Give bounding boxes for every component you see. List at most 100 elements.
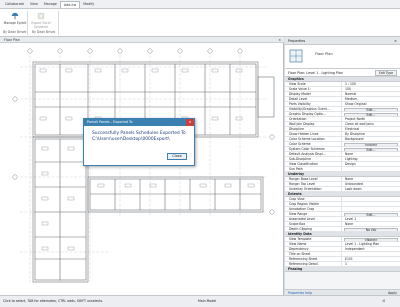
property-button[interactable]: Edit... [342, 212, 400, 216]
property-label: Referencing Sheet [285, 257, 342, 261]
ribbon-divider [58, 11, 59, 35]
property-label: Annotation Crop [285, 207, 342, 211]
tab-modify[interactable]: Modify [80, 1, 97, 8]
close-button[interactable]: Close [167, 153, 187, 160]
property-button[interactable]: Edit... [342, 107, 400, 111]
property-label: View Classification [285, 162, 342, 166]
umbrella-icon [11, 12, 19, 20]
property-value[interactable]: Lighting [342, 157, 400, 161]
property-value[interactable]: Electrical [342, 127, 400, 131]
property-label: Parts Visibility [285, 102, 342, 106]
property-label: Display Model [285, 92, 342, 96]
instance-selector[interactable]: Floor Plan: Level 1 - Lighting Plan Edit… [285, 69, 400, 77]
property-value[interactable]: Design [342, 162, 400, 166]
property-value[interactable]: Clean all wall joins [342, 122, 400, 126]
view-tab-floor-plan[interactable]: Floor Plan × [0, 37, 284, 43]
property-value[interactable]: Medium [342, 97, 400, 101]
tab-add-ins[interactable]: Add-Ins [59, 1, 81, 8]
manage-eplicit-label: Manage Eplicit [3, 21, 27, 25]
property-value[interactable]: By Discipline [342, 132, 400, 136]
property-value[interactable]: Background [342, 137, 400, 141]
property-label: Discipline [285, 127, 342, 131]
property-value[interactable]: None [342, 152, 400, 156]
tab-collaborate[interactable]: Collaborate [2, 1, 27, 8]
property-label: View Range [285, 212, 342, 216]
property-value[interactable] [342, 252, 400, 256]
property-button-label: <none> [344, 142, 398, 146]
property-value[interactable]: None [342, 177, 400, 181]
property-label: Dependency [285, 247, 342, 251]
property-label: Visibility/Graphics Overri... [285, 107, 342, 111]
property-value[interactable] [342, 202, 400, 206]
property-label: Show Hidden Lines [285, 132, 342, 136]
property-value[interactable]: 100 [342, 87, 400, 91]
type-selector[interactable]: Floor Plan [285, 45, 400, 69]
property-label: Sun Path [285, 167, 342, 171]
property-value[interactable]: 1 : 100 [342, 82, 400, 86]
property-value[interactable] [342, 167, 400, 171]
view-tab-close-icon[interactable]: × [278, 37, 281, 43]
property-label: Underlay Orientation [285, 187, 342, 191]
property-label: Associated Level [285, 217, 342, 221]
view-tab-label: Floor Plan [4, 38, 20, 42]
property-value[interactable]: None [342, 222, 400, 226]
property-label: Orientation [285, 117, 342, 121]
status-bar: Click to select, TAB for alternates, CTR… [0, 295, 400, 307]
property-value[interactable]: Unbounded [342, 182, 400, 186]
property-value[interactable] [342, 197, 400, 201]
panel-label-1: By Dean Brivet [3, 30, 27, 34]
property-label: Detail Level [285, 97, 342, 101]
property-value[interactable]: E101 [342, 257, 400, 261]
dialog-close-icon[interactable]: × [186, 119, 194, 126]
property-button-label: Edit... [344, 112, 398, 116]
manage-eplicit-button[interactable]: Manage Eplicit [2, 12, 28, 25]
property-label: Wall Join Display [285, 122, 342, 126]
property-button-label: Edit... [344, 212, 398, 216]
panel-label-2: By Dean Brivet [32, 30, 56, 34]
properties-close-icon[interactable]: × [394, 37, 397, 45]
property-button-label: Edit... [344, 107, 398, 111]
ribbon-divider [27, 11, 28, 35]
property-label: Crop View [285, 197, 342, 201]
property-value[interactable]: Project North [342, 117, 400, 121]
property-button[interactable]: <None> [342, 237, 400, 241]
filter-count[interactable]: :0 [382, 299, 385, 303]
tab-manage[interactable]: Manage [41, 1, 60, 8]
property-value[interactable]: Independent [342, 247, 400, 251]
instance-label: Floor Plan: Level 1 - Lighting Plan [288, 71, 343, 75]
property-value[interactable] [342, 207, 400, 211]
property-button[interactable]: No clip [342, 227, 400, 231]
export-dialog: Parnoll Panels - Exported To × Successfu… [83, 118, 195, 166]
property-label: Range: Base Level [285, 177, 342, 181]
property-group-header[interactable]: Phasing [285, 267, 400, 272]
tab-view[interactable]: View [27, 1, 41, 8]
property-value[interactable]: Level 1 [342, 217, 400, 221]
property-label: Sub-Discipline [285, 157, 342, 161]
drawing-canvas[interactable] [0, 37, 284, 295]
property-value[interactable]: 1 [342, 262, 400, 266]
properties-palette: Properties × Floor Plan Floor Plan: Leve… [285, 37, 400, 295]
property-button-label: <None> [344, 237, 398, 241]
property-button[interactable]: Edit... [342, 147, 400, 151]
property-label: Scale Value 1: [285, 87, 342, 91]
property-value[interactable]: Level 1 - Lighting Plan [342, 242, 400, 246]
property-value[interactable]: Show Original [342, 102, 400, 106]
dialog-message: Successfully Panels Schedules Exported T… [92, 131, 186, 142]
dialog-title: Parnoll Panels - Exported To [87, 120, 133, 124]
model-selector[interactable]: Main Model [198, 299, 216, 303]
property-value[interactable]: Normal [342, 92, 400, 96]
excel-export-icon [37, 12, 45, 20]
dialog-title-bar[interactable]: Parnoll Panels - Exported To × [84, 119, 194, 126]
edit-type-button[interactable]: Edit Type [374, 70, 397, 76]
export-excel-button[interactable]: Export Excel Schedule [28, 12, 54, 29]
property-label: Referencing Detail [285, 262, 342, 266]
property-label: Color Scheme [285, 142, 342, 146]
ribbon-tab-bar: Collaborate View Manage Add-Ins Modify [0, 0, 400, 9]
property-label: System Color Schemes [285, 147, 342, 151]
floor-plan-drawing [12, 48, 275, 283]
property-button[interactable]: Edit... [342, 112, 400, 116]
property-label: View Template [285, 237, 342, 241]
property-button-label: Edit... [344, 147, 398, 151]
property-button[interactable]: <none> [342, 142, 400, 146]
property-value[interactable]: Look down [342, 187, 400, 191]
